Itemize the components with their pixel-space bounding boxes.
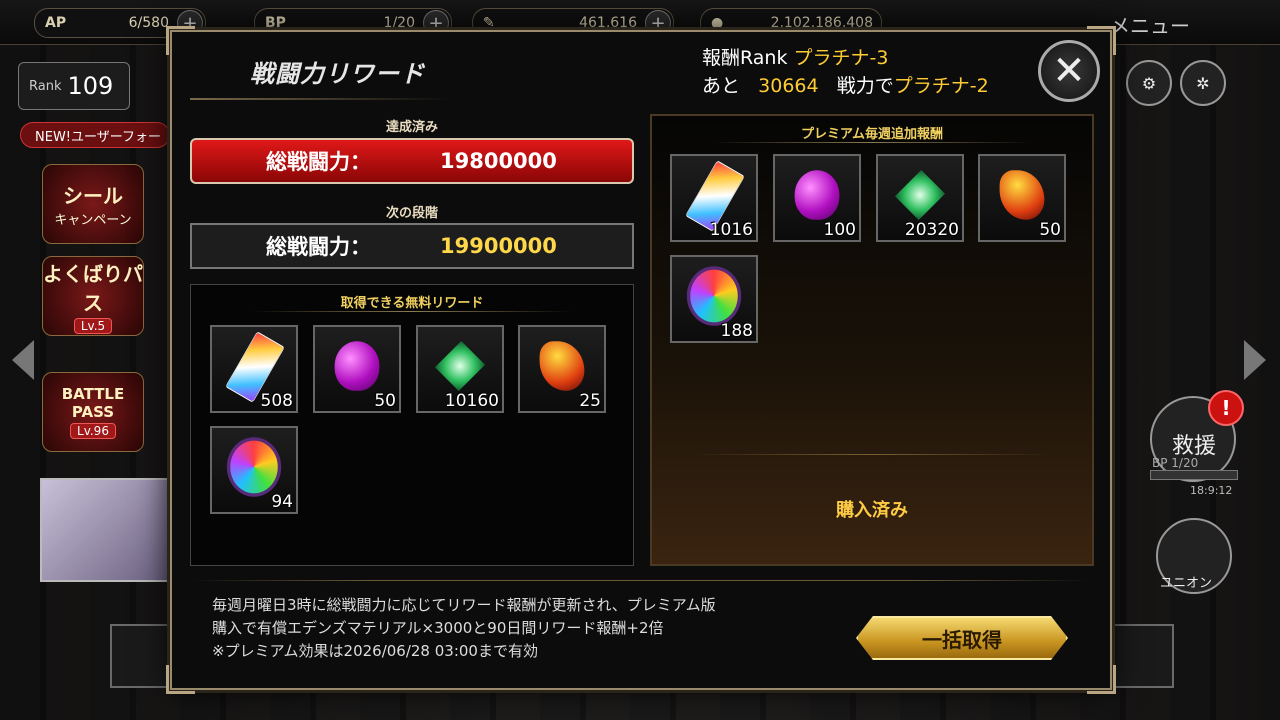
free-reward-item[interactable]: 508 (210, 325, 298, 413)
premium-reward-item[interactable]: 188 (670, 255, 758, 343)
premium-reward-item[interactable]: 50 (978, 154, 1066, 242)
premium-reward-item[interactable]: 100 (773, 154, 861, 242)
coin-icon: ✎ (483, 15, 495, 31)
reward-notice: 毎週月曜日3時に総戦闘力に応じてリワード報酬が更新され、プレミアム版 購入で有償… (212, 594, 812, 663)
free-reward-item[interactable]: 25 (518, 325, 606, 413)
purple-apple-icon (334, 341, 380, 391)
current-rank-line: 報酬Rank プラチナ-3 (702, 44, 989, 72)
dialog-title: 戦闘力リワード (250, 60, 425, 88)
seal-title: シール (63, 184, 123, 208)
green-gem-icon (434, 340, 486, 392)
gem-value: 2,102,186,408 (770, 15, 873, 31)
next-power-value: 19900000 (440, 234, 557, 258)
rescue-bp-label: BP 1/20 (1152, 456, 1198, 470)
reward-rank-info: 報酬Rank プラチナ-3 あと 30664 戦力でプラチナ-2 (702, 44, 989, 100)
next-mid: 戦力で (836, 75, 894, 97)
bp-label: BP (265, 15, 286, 31)
union-label: ユニオン (1160, 576, 1213, 591)
battle-pass-level: Lv.96 (70, 423, 116, 439)
achieved-power-value: 19800000 (440, 149, 557, 173)
rainbow-orb-icon (690, 269, 738, 323)
rank-value: 109 (67, 72, 114, 100)
premium-reward-item[interactable]: 1016 (670, 154, 758, 242)
premium-rewards-title: プレミアム毎週追加報酬 (800, 127, 944, 142)
panel-title-divider (712, 142, 1032, 143)
seal-campaign-button[interactable]: シール キャンペーン (42, 164, 144, 244)
rescue-bp-value: 1/20 (1171, 456, 1199, 470)
item-count: 188 (720, 321, 753, 341)
next-stage-label: 次の段階 (385, 206, 438, 221)
scroll-left-arrow-icon[interactable] (12, 340, 34, 380)
free-reward-item[interactable]: 50 (313, 325, 401, 413)
close-button[interactable]: ✕ (1038, 40, 1100, 102)
battle-pass-title: BATTLE PASS (61, 385, 125, 421)
item-count: 10160 (444, 391, 499, 411)
bp-value: 1/20 (383, 15, 415, 31)
next-rank: プラチナ-2 (893, 75, 989, 97)
item-count: 1016 (709, 220, 753, 240)
menu-button[interactable]: メニュー (1110, 10, 1190, 39)
item-count: 50 (1039, 220, 1061, 240)
footer-divider (190, 580, 1092, 581)
item-count: 94 (271, 492, 293, 512)
scroll-right-arrow-icon[interactable] (1244, 340, 1266, 380)
gear-icon[interactable]: ✲ (1180, 60, 1226, 106)
next-rank-line: あと 30664 戦力でプラチナ-2 (702, 72, 989, 100)
rank-value: プラチナ-3 (793, 47, 889, 69)
notice-line: 購入で有償エデンズマテリアル×3000と90日間リワード報酬+2倍 (212, 619, 664, 637)
battle-pass-button[interactable]: BATTLE PASS Lv.96 (42, 372, 144, 452)
new-user-forum-button[interactable]: NEW!ユーザーフォー (20, 122, 170, 148)
power-reward-dialog: 戦闘力リワード 報酬Rank プラチナ-3 あと 30664 戦力でプラチナ-2… (166, 26, 1116, 694)
player-rank[interactable]: Rank 109 (18, 62, 130, 110)
achieved-power-bar: 総戦闘力： 19800000 (190, 138, 634, 184)
rescue-timer: 18:9:12 (1190, 484, 1233, 497)
free-rewards-panel: 取得できる無料リワード 508 50 10160 25 94 (190, 284, 634, 566)
purchased-status: 購入済み (836, 500, 908, 521)
item-count: 50 (374, 391, 396, 411)
character-portrait[interactable] (40, 478, 172, 582)
yokubari-level: Lv.5 (73, 318, 113, 334)
free-reward-item[interactable]: 94 (210, 426, 298, 514)
notice-line: ※プレミアム効果は2026/06/28 03:00まで有効 (212, 642, 538, 660)
next-power-label: 総戦闘力： (266, 235, 371, 259)
alert-icon: ! (1208, 390, 1244, 426)
claim-all-button[interactable]: 一括取得 (856, 616, 1068, 660)
rank-label: Rank (29, 78, 62, 94)
gem-icon: ● (711, 15, 724, 31)
rescue-bp-bar (1150, 470, 1238, 480)
settings-gear-icon[interactable]: ⚙ (1126, 60, 1172, 106)
achieved-power-label: 総戦闘力： (266, 150, 371, 174)
purple-apple-icon (794, 170, 840, 220)
achieved-label: 達成済み (385, 120, 438, 135)
premium-reward-item[interactable]: 20320 (876, 154, 964, 242)
notice-line: 毎週月曜日3時に総戦闘力に応じてリワード報酬が更新され、プレミアム版 (212, 596, 716, 614)
free-reward-item[interactable]: 10160 (416, 325, 504, 413)
title-underline (190, 98, 450, 100)
coin-value: 461,616 (579, 15, 637, 31)
yokubari-title: よくばりパス (43, 262, 143, 315)
ap-label: AP (45, 15, 67, 31)
green-gem-icon (894, 169, 946, 221)
frame-corner (166, 26, 195, 55)
panel-title-divider (251, 311, 573, 312)
premium-rewards-panel: プレミアム毎週追加報酬 1016 100 20320 50 188 購入済み (650, 114, 1094, 566)
purchased-divider (692, 454, 1052, 455)
item-count: 508 (260, 391, 293, 411)
rank-prefix: 報酬Rank (702, 47, 788, 69)
item-count: 25 (579, 391, 601, 411)
seal-subtitle: キャンペーン (54, 213, 132, 228)
yokubari-pass-button[interactable]: よくばりパス Lv.5 (42, 256, 144, 336)
fire-stone-icon (539, 341, 585, 391)
item-count: 20320 (904, 220, 959, 240)
free-rewards-title: 取得できる無料リワード (340, 296, 484, 311)
rescue-bp-prefix: BP (1152, 456, 1168, 470)
next-amount: 30664 (758, 75, 819, 97)
frame-corner (1087, 665, 1116, 694)
next-prefix: あと (702, 75, 741, 97)
item-count: 100 (823, 220, 856, 240)
rainbow-orb-icon (230, 440, 278, 494)
next-power-bar: 総戦闘力： 19900000 (190, 223, 634, 269)
frame-corner (166, 665, 195, 694)
fire-stone-icon (999, 170, 1045, 220)
